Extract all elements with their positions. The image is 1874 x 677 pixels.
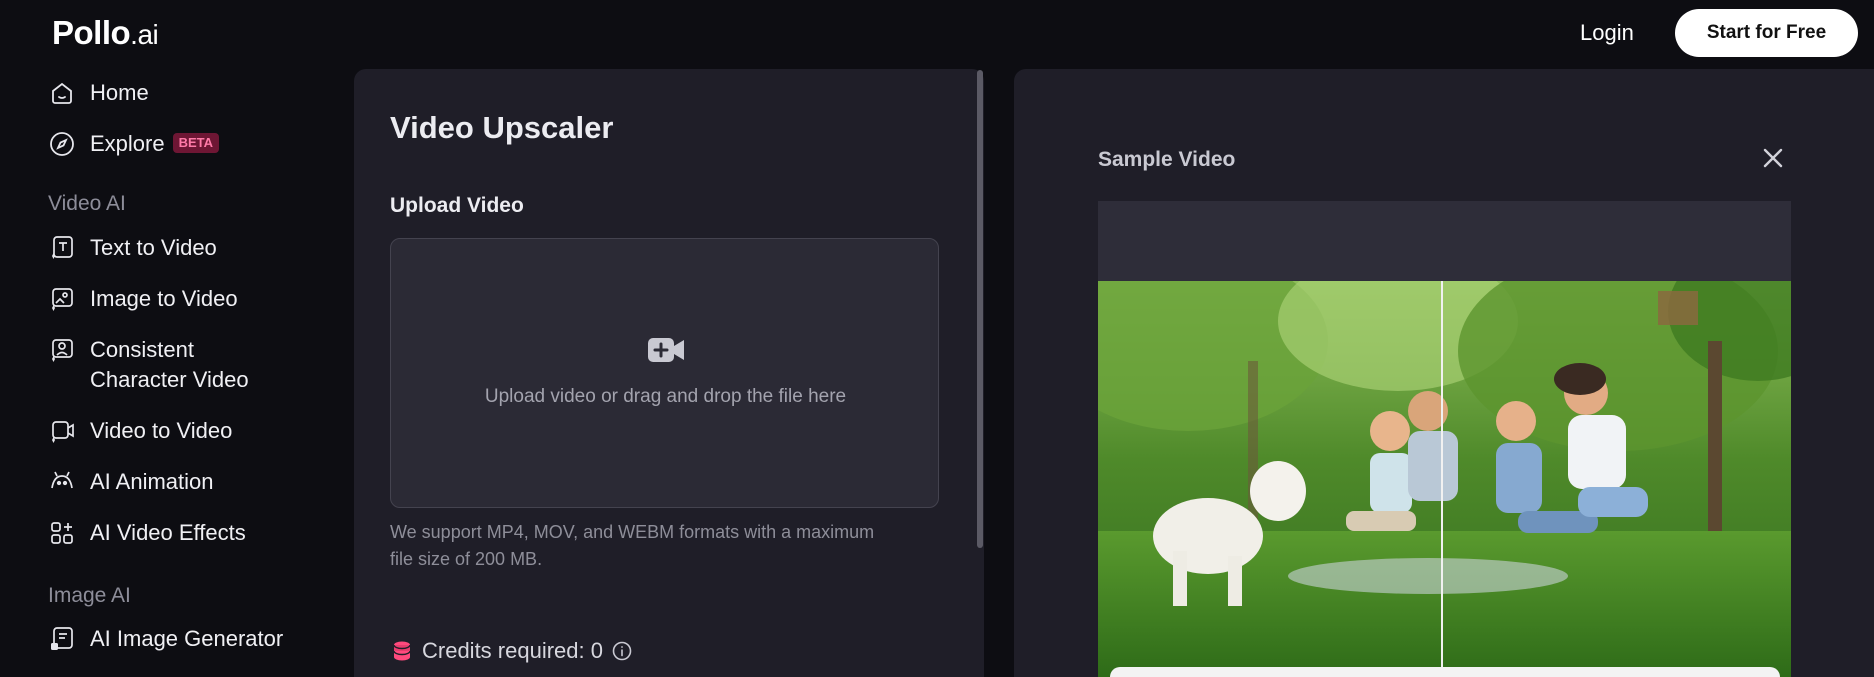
section-image-ai: Image AI xyxy=(48,584,131,607)
upload-video-label: Upload Video xyxy=(390,194,524,217)
credits-text: Credits required: 0 xyxy=(422,638,603,663)
info-icon[interactable] xyxy=(612,641,632,661)
sidebar-item-explore[interactable]: Explore BETA xyxy=(48,129,220,159)
sidebar-item-ai-image-generator[interactable]: AI Image Generator xyxy=(48,624,283,654)
page-title: Video Upscaler xyxy=(390,110,614,145)
image-generator-icon xyxy=(51,627,73,650)
comparison-divider[interactable] xyxy=(1441,281,1443,677)
video-letterbox xyxy=(1098,201,1791,281)
character-video-icon xyxy=(52,339,73,362)
upload-dropzone[interactable]: Upload video or drag and drop the file h… xyxy=(390,238,939,508)
dropzone-text: Upload video or drag and drop the file h… xyxy=(484,386,847,407)
text-to-video-icon xyxy=(52,236,73,259)
sidebar-item-label: Explore BETA xyxy=(90,129,220,159)
sidebar-item-ai-animation[interactable]: AI Animation xyxy=(48,467,214,497)
logo-main: Pollo xyxy=(52,14,131,51)
beta-badge: BETA xyxy=(172,133,220,153)
sidebar-item-label: Image to Video xyxy=(90,286,238,311)
pollo-logo[interactable]: Pollo.ai xyxy=(52,14,159,52)
sidebar-item-label: AI Video Effects xyxy=(90,520,246,545)
sample-video-frame xyxy=(1098,281,1791,677)
image-to-video-icon xyxy=(52,288,73,311)
sidebar-item-label: Text to Video xyxy=(90,235,217,260)
home-icon xyxy=(52,82,72,104)
credits-coin-icon xyxy=(393,641,411,661)
section-video-ai: Video AI xyxy=(48,192,126,215)
panel-scrollbar[interactable] xyxy=(977,70,983,548)
credits-required: Credits required: 0 xyxy=(392,638,632,664)
sidebar-item-consistent-character-video[interactable]: Consistent Character Video xyxy=(48,335,249,395)
close-icon[interactable] xyxy=(1762,147,1784,169)
effects-grid-icon xyxy=(51,522,73,544)
consistent-line-1: Consistent xyxy=(90,337,194,362)
compass-icon xyxy=(50,132,74,156)
logo-suffix: .ai xyxy=(130,19,159,50)
video-control-bar[interactable] xyxy=(1110,667,1780,677)
sidebar-item-label: Consistent Character Video xyxy=(90,335,249,395)
explore-label: Explore xyxy=(90,131,165,156)
top-bar: Pollo.ai Login Start for Free xyxy=(0,0,1874,68)
add-video-icon xyxy=(648,338,684,362)
sample-video-title: Sample Video xyxy=(1098,148,1236,171)
sidebar-item-text-to-video[interactable]: Text to Video xyxy=(48,233,217,263)
sample-video-player[interactable] xyxy=(1098,281,1791,677)
start-for-free-button[interactable]: Start for Free xyxy=(1675,9,1858,57)
sidebar-item-label: AI Animation xyxy=(90,469,214,494)
sidebar-item-label: Home xyxy=(90,80,149,105)
sidebar-item-ai-video-effects[interactable]: AI Video Effects xyxy=(48,518,246,548)
animation-icon xyxy=(51,471,73,489)
sidebar-item-label: Video to Video xyxy=(90,418,233,443)
sidebar-item-video-to-video[interactable]: Video to Video xyxy=(48,416,232,446)
format-support-text: We support MP4, MOV, and WEBM formats wi… xyxy=(390,522,875,569)
sidebar-item-image-to-video[interactable]: Image to Video xyxy=(48,284,238,314)
consistent-line-2: Character Video xyxy=(90,367,249,392)
sidebar-item-label: AI Image Generator xyxy=(90,626,284,651)
login-link[interactable]: Login xyxy=(1580,20,1634,46)
sidebar-item-home[interactable]: Home xyxy=(48,78,149,108)
video-to-video-icon xyxy=(52,421,74,443)
